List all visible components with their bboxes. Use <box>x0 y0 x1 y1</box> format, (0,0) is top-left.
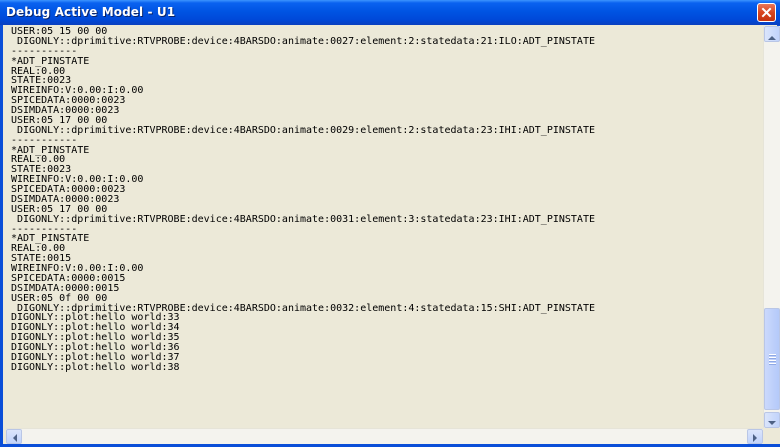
log-line: DSIMDATA:0000:0015 <box>11 282 120 294</box>
vertical-scrollbar[interactable] <box>763 26 780 428</box>
arrow-down-icon <box>768 411 776 430</box>
horizontal-scrollbar[interactable] <box>6 428 763 444</box>
log-line: *ADT_PINSTATE <box>11 233 90 245</box>
log-line: DIGONLY::dprimitive:RTVPROBE:device:4BAR… <box>11 124 595 136</box>
arrow-right-icon <box>752 427 758 446</box>
scroll-right-button[interactable] <box>747 429 763 444</box>
log-line: *ADT_PINSTATE <box>11 55 90 67</box>
arrow-up-icon <box>768 25 776 44</box>
log-line: DIGONLY::dprimitive:RTVPROBE:device:4BAR… <box>11 35 595 47</box>
log-line: DSIMDATA:0000:0023 <box>11 105 120 116</box>
log-line: REAL:0.00 <box>11 65 66 77</box>
debug-log: USER:05 15 00 00 DIGONLY::dprimitive:RTV… <box>7 27 763 373</box>
debug-window: Debug Active Model - U1 USER:05 15 00 00… <box>0 0 780 447</box>
log-line: ----------- <box>11 45 78 57</box>
log-line: REAL:0.00 <box>11 243 66 255</box>
close-icon <box>761 7 772 18</box>
log-line: SPICEDATA:0000:0023 <box>11 95 126 107</box>
log-line: DSIMDATA:0000:0023 <box>11 193 120 205</box>
scroll-left-button[interactable] <box>6 429 22 444</box>
scroll-down-button[interactable] <box>764 412 780 428</box>
close-button[interactable] <box>757 3 776 22</box>
vertical-scroll-thumb[interactable] <box>764 308 780 410</box>
window-title: Debug Active Model - U1 <box>6 5 176 19</box>
scrollbar-corner <box>763 428 780 444</box>
log-line: *ADT_PINSTATE <box>11 144 90 156</box>
log-line: DIGONLY::dprimitive:RTVPROBE:device:4BAR… <box>11 213 595 225</box>
log-line: SPICEDATA:0000:0015 <box>11 272 126 284</box>
log-line: SPICEDATA:0000:0023 <box>11 184 126 195</box>
log-line: ----------- <box>11 134 78 146</box>
title-bar[interactable]: Debug Active Model - U1 <box>0 0 780 25</box>
scroll-up-button[interactable] <box>764 26 780 42</box>
window-client-area: USER:05 15 00 00 DIGONLY::dprimitive:RTV… <box>6 26 780 444</box>
debug-output-textarea[interactable]: USER:05 15 00 00 DIGONLY::dprimitive:RTV… <box>7 27 763 425</box>
log-line: REAL:0.00 <box>11 154 66 166</box>
log-line: ----------- <box>11 223 78 235</box>
log-line: DIGONLY::plot:hello world:38 <box>11 361 180 373</box>
arrow-left-icon <box>12 427 17 446</box>
